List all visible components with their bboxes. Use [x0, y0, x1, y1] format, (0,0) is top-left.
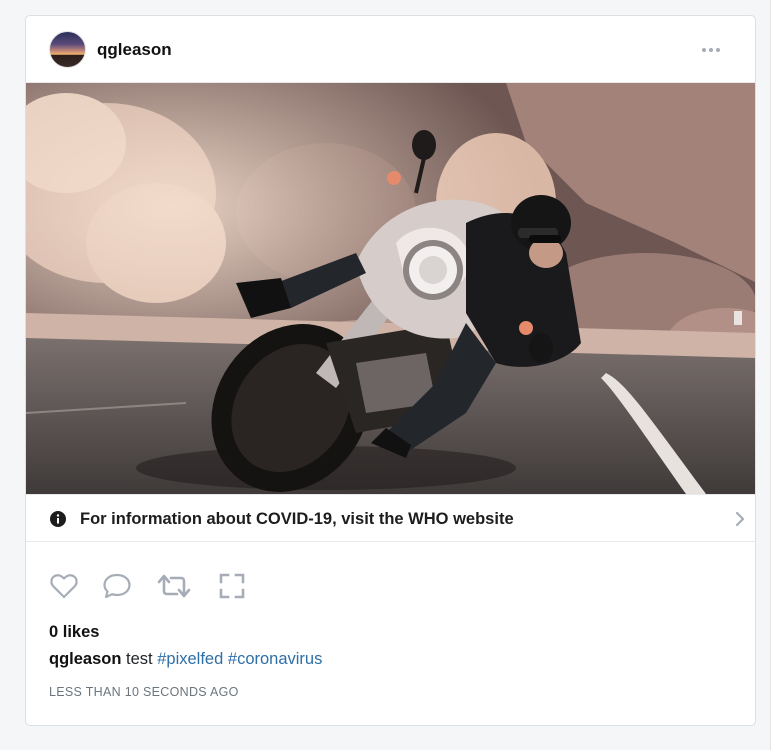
post-timestamp[interactable]: LESS THAN 10 SECONDS AGO: [49, 685, 239, 699]
more-options-button[interactable]: [696, 40, 726, 60]
post-header: qgleason: [26, 16, 755, 83]
comment-icon[interactable]: [102, 571, 132, 601]
motorcycle-photo: [26, 83, 755, 494]
adjacent-panel-edge: [770, 0, 777, 750]
more-dot: [709, 48, 713, 52]
caption-username[interactable]: qgleason: [49, 650, 121, 668]
chevron-right-icon: [735, 511, 745, 527]
post-photo[interactable]: [26, 83, 755, 494]
likes-count[interactable]: 0 likes: [49, 623, 99, 642]
avatar[interactable]: [49, 31, 86, 68]
hashtag-link[interactable]: #pixelfed: [157, 650, 223, 668]
more-horizontal-icon: [702, 48, 706, 52]
heart-icon[interactable]: [49, 571, 79, 601]
repost-icon[interactable]: [156, 571, 192, 601]
post-username[interactable]: qgleason: [97, 40, 172, 60]
post-caption: qgleason test #pixelfed #coronavirus: [49, 650, 322, 669]
covid-info-banner[interactable]: For information about COVID-19, visit th…: [26, 494, 755, 542]
hashtag-link[interactable]: #coronavirus: [228, 650, 322, 668]
info-circle-icon: [50, 511, 66, 527]
expand-icon[interactable]: [217, 571, 247, 601]
post-card: qgleason For information about COVID-19,…: [25, 15, 756, 726]
covid-info-text: For information about COVID-19, visit th…: [80, 510, 514, 528]
caption-text: test: [126, 650, 153, 668]
more-dot: [716, 48, 720, 52]
